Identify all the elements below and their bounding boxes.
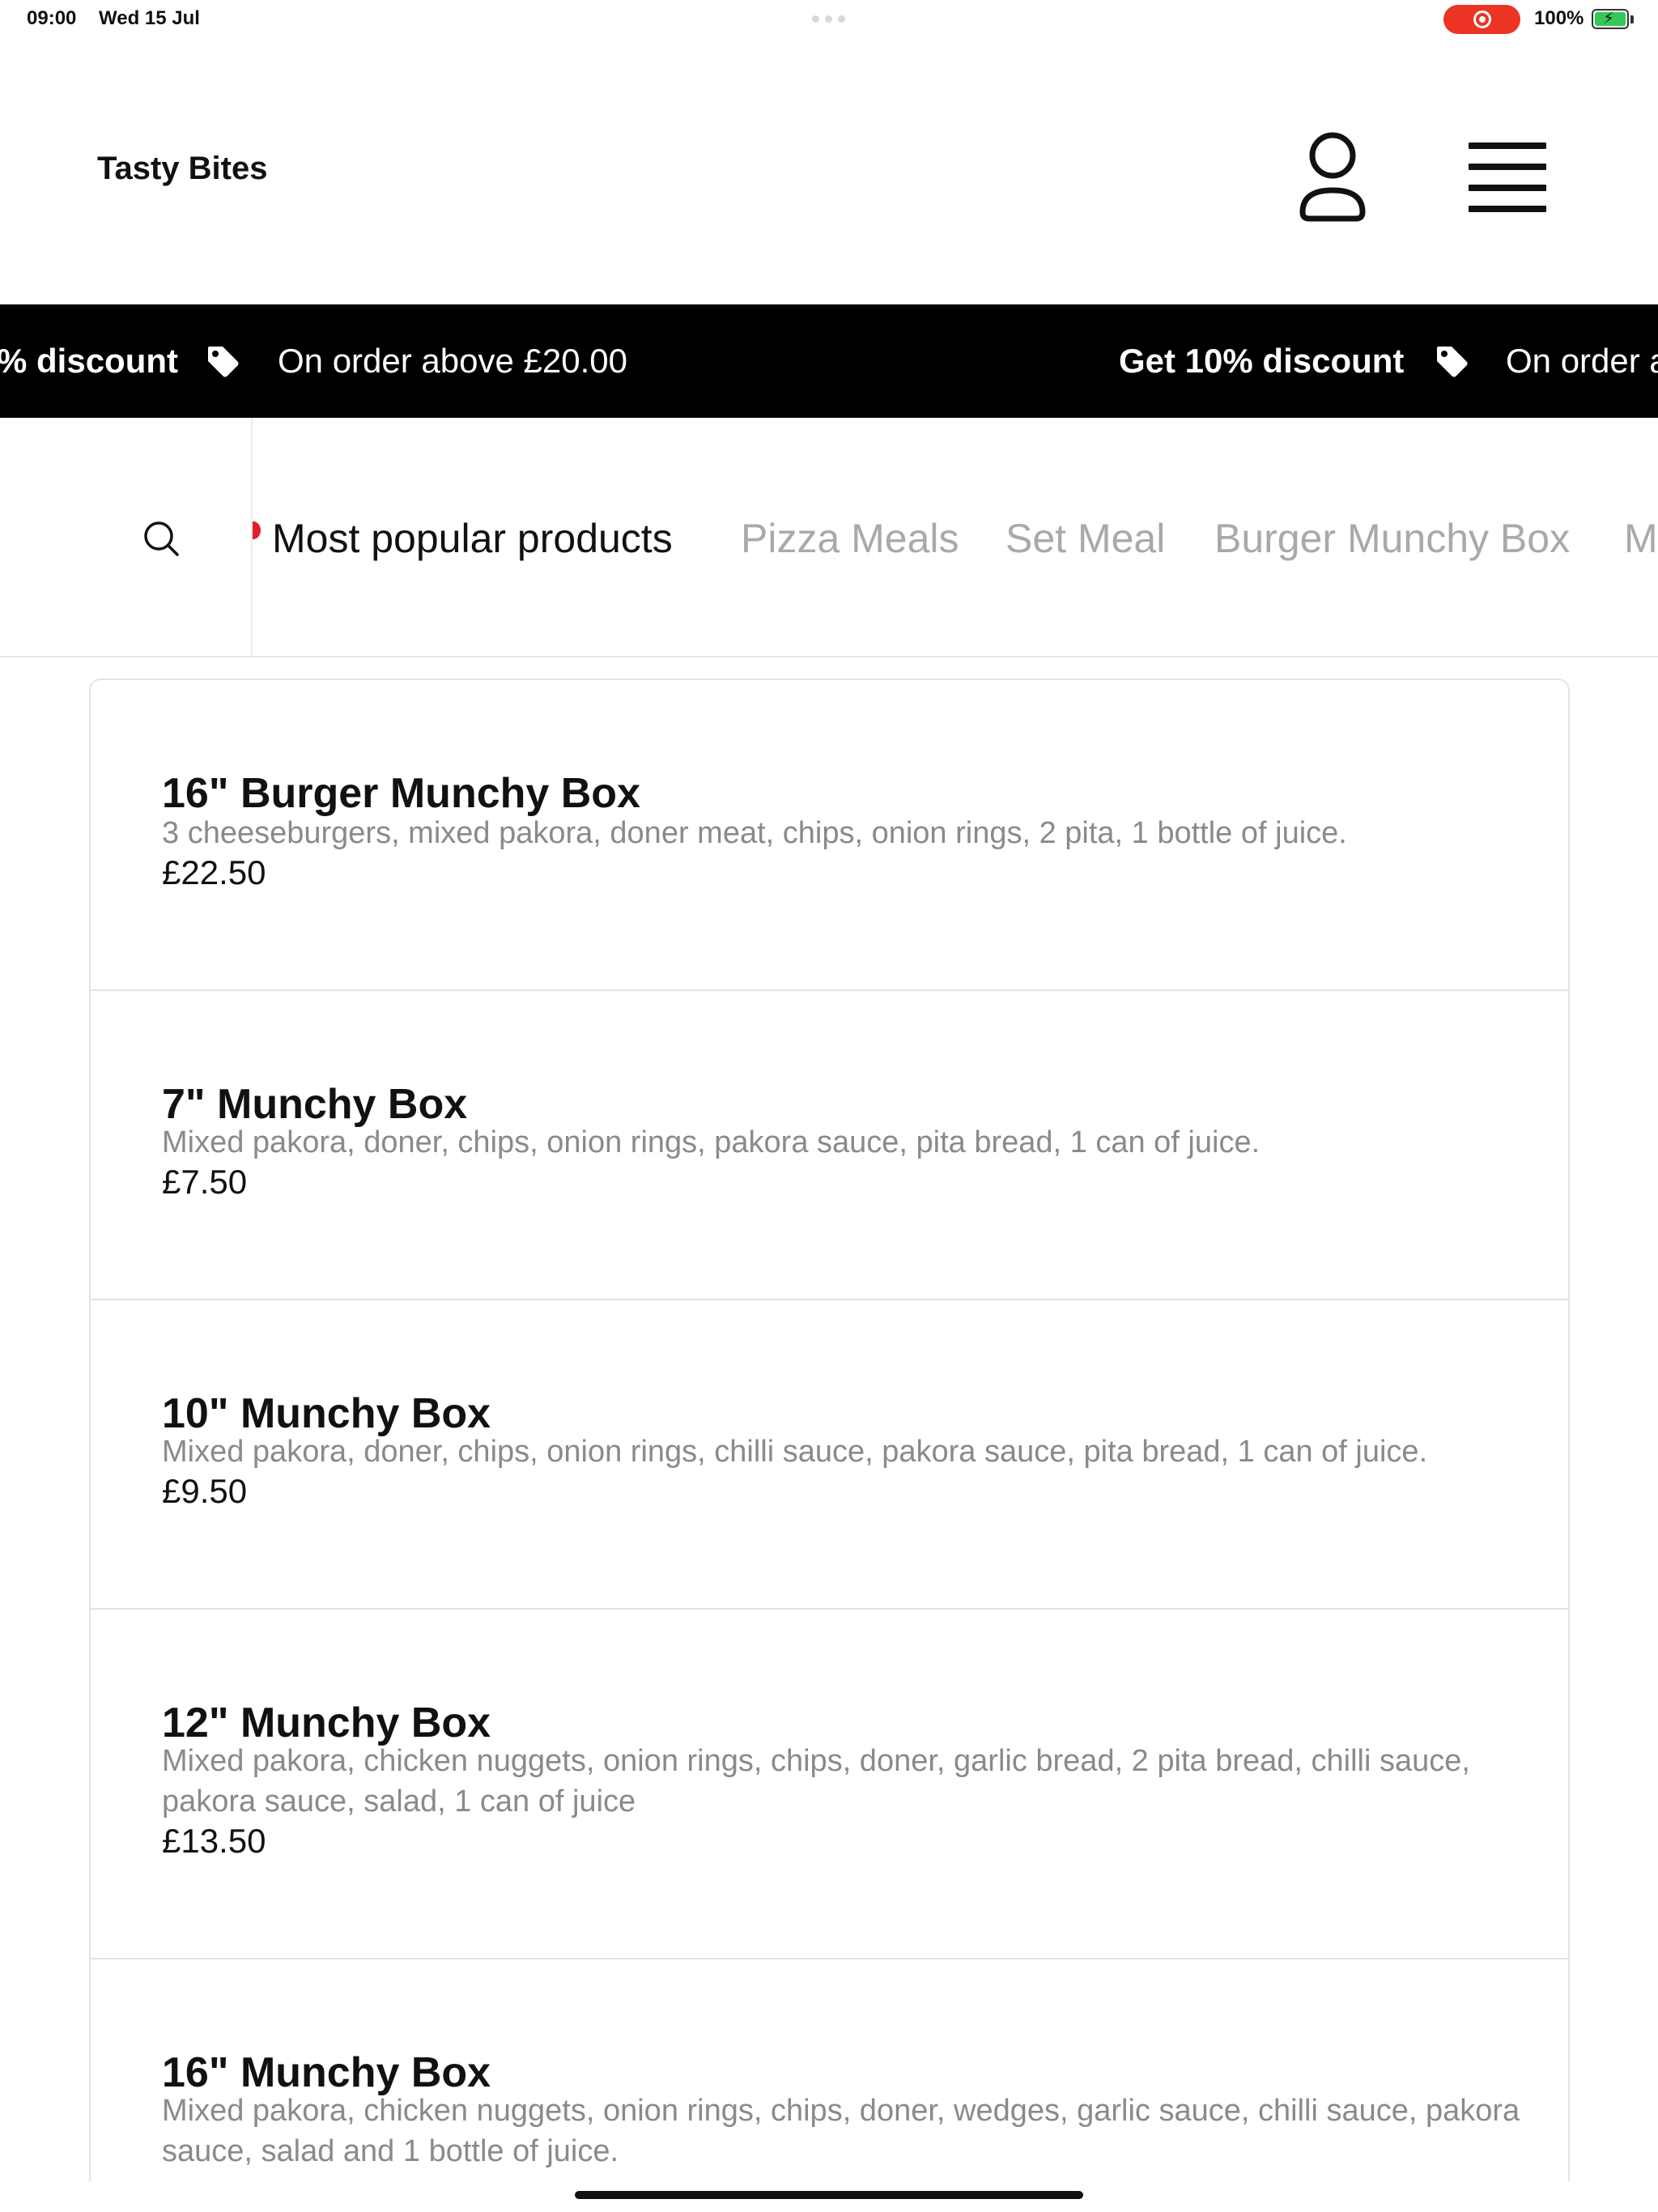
record-icon (1473, 11, 1491, 28)
promo-title: % discount (0, 342, 179, 380)
home-indicator[interactable] (575, 2191, 1083, 2199)
battery-percentage: 100% (1534, 7, 1584, 29)
brand-name[interactable]: Tasty Bites (97, 151, 267, 187)
promo-title: Get 10% discount (1119, 342, 1405, 380)
product-card[interactable]: 16" Burger Munchy Box 3 cheeseburgers, m… (91, 680, 1568, 991)
product-description: Mixed pakora, doner, chips, onion rings,… (162, 1435, 1428, 1469)
battery-cap (1630, 15, 1634, 23)
search-icon (144, 521, 179, 556)
product-name: 10" Munchy Box (162, 1390, 491, 1437)
product-price: £13.50 (162, 1822, 266, 1860)
product-name: 16" Burger Munchy Box (162, 770, 640, 817)
promo-banner: % discount On order above £20.00 Get 10%… (0, 304, 1658, 418)
product-card[interactable]: 7" Munchy Box Mixed pakora, doner, chips… (91, 991, 1568, 1300)
product-description: Mixed pakora, doner, chips, onion rings,… (162, 1125, 1261, 1159)
product-card[interactable]: 12" Munchy Box Mixed pakora, chicken nug… (91, 1610, 1568, 1959)
product-card[interactable]: 10" Munchy Box Mixed pakora, doner, chip… (91, 1300, 1568, 1610)
status-date: Wed 15 Jul (99, 7, 200, 29)
tab-burger-munchy-box[interactable]: Burger Munchy Box (1214, 515, 1570, 562)
status-bar: 09:00 Wed 15 Jul 100% ⚡ (0, 0, 1658, 39)
product-description: Mixed pakora, chicken nuggets, onion rin… (162, 2094, 1520, 2168)
app-header: Tasty Bites (0, 39, 1658, 304)
multitasking-dots-icon[interactable] (812, 15, 845, 23)
category-tabs[interactable]: Most popular products Pizza Meals Set Me… (253, 418, 1658, 657)
menu-line (1469, 143, 1546, 149)
product-list: 16" Burger Munchy Box 3 cheeseburgers, m… (89, 678, 1570, 2181)
menu-line (1469, 164, 1546, 170)
product-price: £7.50 (162, 1163, 248, 1201)
tab-next-category[interactable]: M (1624, 515, 1658, 562)
product-price: £9.50 (162, 1472, 248, 1510)
hamburger-menu-button[interactable] (1464, 136, 1553, 217)
active-indicator-icon (253, 521, 261, 539)
product-name: 12" Munchy Box (162, 1699, 491, 1746)
promo-condition: On order above £20.00 (278, 342, 627, 380)
tab-set-meal[interactable]: Set Meal (1005, 515, 1165, 562)
battery-icon: ⚡ (1592, 9, 1629, 29)
product-name: 16" Munchy Box (162, 2049, 491, 2096)
tag-icon (208, 347, 239, 377)
product-card[interactable]: 16" Munchy Box Mixed pakora, chicken nug… (91, 1959, 1568, 2181)
product-name: 7" Munchy Box (162, 1081, 468, 1128)
status-time: 09:00 (27, 7, 77, 29)
account-button[interactable] (1292, 128, 1373, 225)
search-button[interactable] (142, 520, 180, 557)
product-description: Mixed pakora, chicken nuggets, onion rin… (162, 1744, 1470, 1819)
tab-pizza-meals[interactable]: Pizza Meals (741, 515, 959, 562)
product-description: 3 cheeseburgers, mixed pakora, doner mea… (162, 816, 1347, 850)
tab-most-popular-products[interactable]: Most popular products (272, 515, 673, 562)
menu-line (1469, 206, 1546, 212)
category-nav: Most popular products Pizza Meals Set Me… (0, 418, 1658, 657)
promo-condition: On order a (1506, 342, 1658, 380)
tag-icon (1437, 347, 1468, 377)
product-price: £22.50 (162, 853, 266, 891)
screen-recording-indicator[interactable] (1443, 5, 1520, 34)
menu-line (1469, 185, 1546, 191)
user-icon (1299, 132, 1366, 222)
